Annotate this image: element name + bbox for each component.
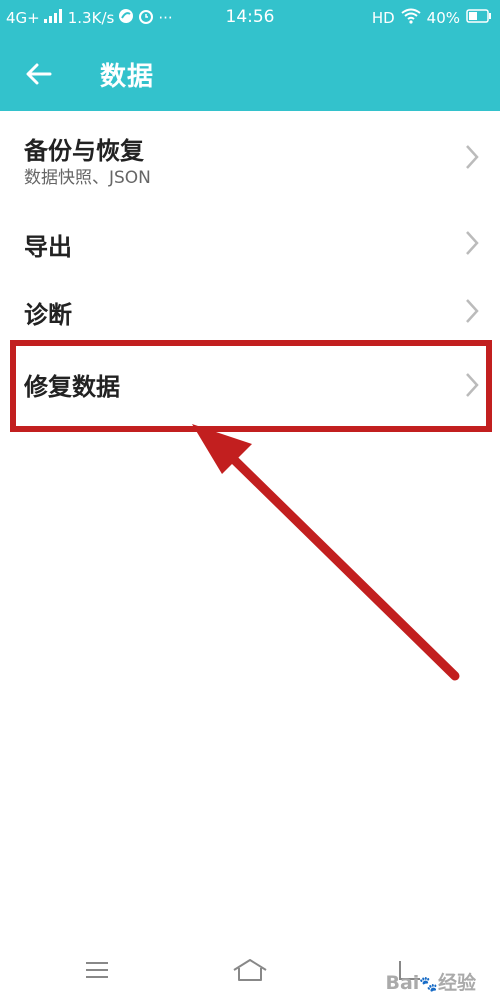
status-bar: 4G+ 1.3K/s ··· 14:56 HD 40% <box>0 0 500 36</box>
menu-icon[interactable] <box>72 954 122 986</box>
home-icon[interactable] <box>225 954 275 986</box>
settings-item-title: 导出 <box>24 233 72 261</box>
settings-item-export[interactable]: 导出 <box>0 203 500 273</box>
settings-item-subtitle: 数据快照、JSON <box>24 168 151 188</box>
hd-label: HD <box>371 9 395 27</box>
watermark-logo: Bai🐾经验 <box>385 972 476 994</box>
battery-icon <box>466 9 492 27</box>
chevron-right-icon <box>466 299 479 323</box>
settings-item-backup[interactable]: 备份与恢复 数据快照、JSON <box>0 111 500 203</box>
battery-level: 40% <box>426 9 460 27</box>
settings-item-diagnose[interactable]: 诊断 <box>0 273 500 345</box>
wifi-icon <box>401 8 421 28</box>
highlight-box <box>10 340 492 432</box>
page-title: 数据 <box>100 62 155 92</box>
chevron-right-icon <box>466 231 479 255</box>
settings-item-title: 备份与恢复 <box>24 137 144 165</box>
app-bar: 4G+ 1.3K/s ··· 14:56 HD 40% 数据 <box>0 0 500 111</box>
status-right: HD 40% <box>372 8 492 28</box>
chevron-right-icon <box>466 145 479 169</box>
settings-item-title: 诊断 <box>24 301 72 329</box>
back-arrow-icon[interactable] <box>22 57 56 91</box>
